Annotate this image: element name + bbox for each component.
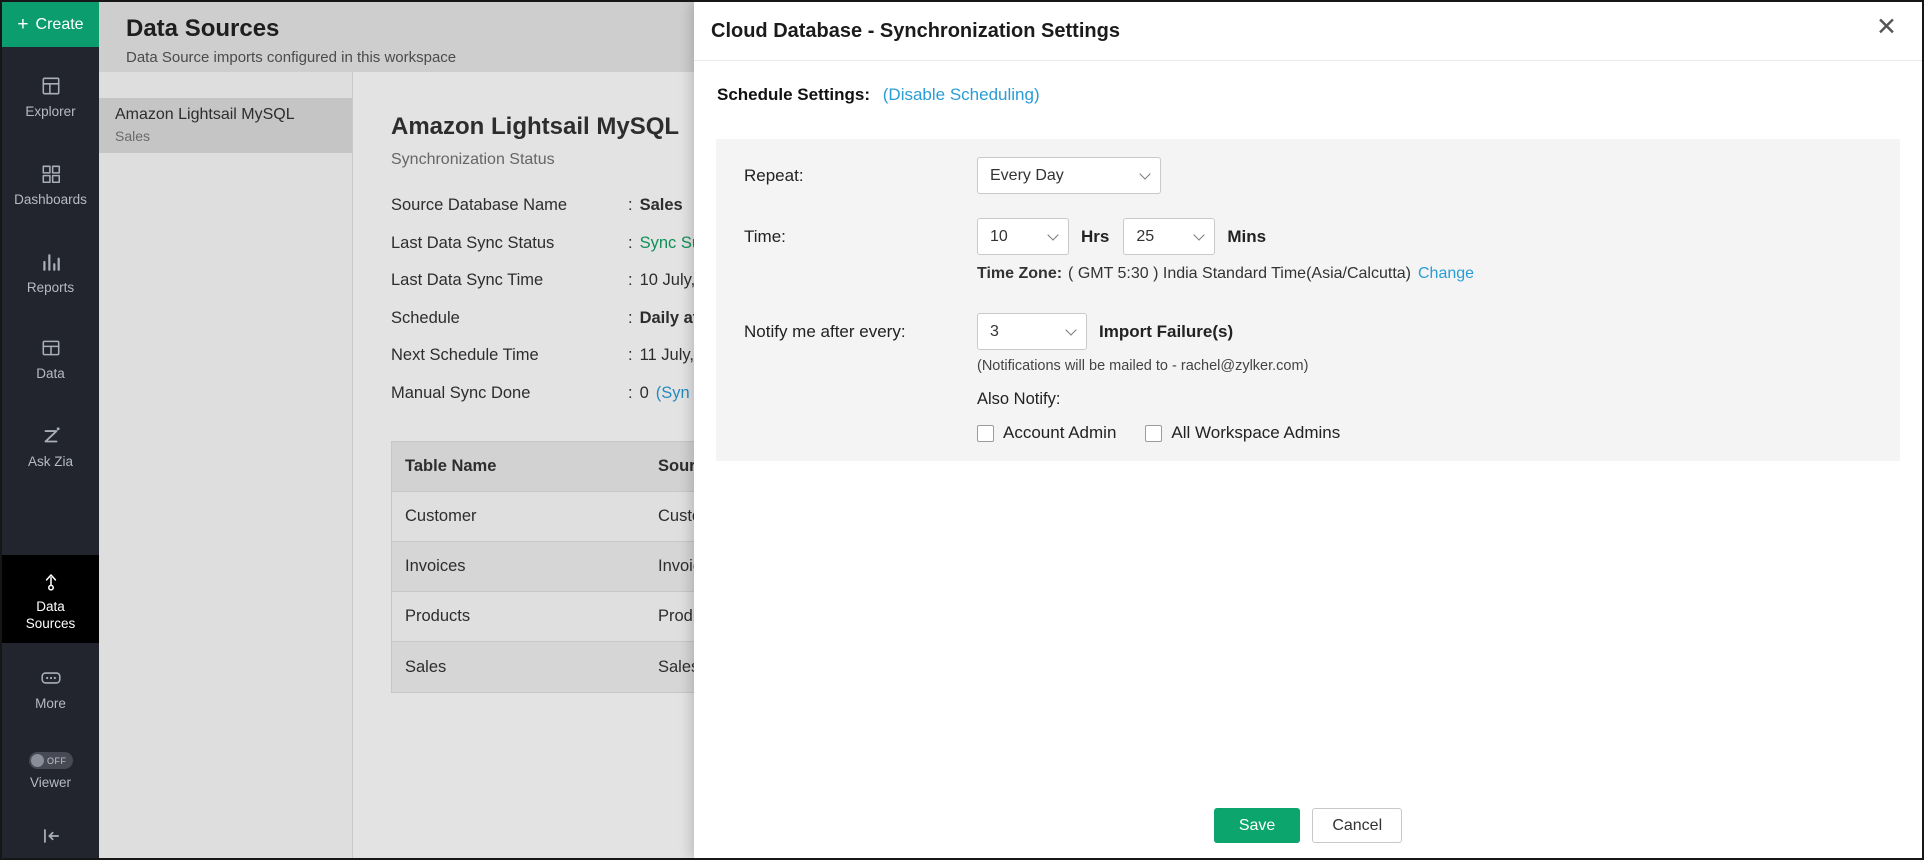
explorer-icon: [2, 74, 99, 98]
sidebar-item-dashboards[interactable]: Dashboards: [2, 162, 99, 209]
schedule-form: Repeat: Every Day Time: 10 Hrs 25 Mins T…: [716, 139, 1900, 461]
schedule-settings-label: Schedule Settings:: [717, 85, 871, 104]
sidebar-item-data[interactable]: Data: [2, 336, 99, 383]
notify-row: Notify me after every: 3 Import Failure(…: [744, 313, 1900, 350]
sidebar-item-label: More: [35, 696, 66, 711]
hours-select[interactable]: 10: [977, 218, 1069, 255]
sidebar-item-label: Data: [36, 366, 65, 381]
cancel-button[interactable]: Cancel: [1312, 808, 1403, 843]
account-admin-label: Account Admin: [1003, 423, 1117, 442]
workspace-admins-checkbox[interactable]: [1145, 424, 1163, 442]
chevron-down-icon: [1139, 167, 1151, 180]
chevron-down-icon: [1047, 228, 1059, 241]
create-button[interactable]: + Create: [2, 2, 99, 47]
modal-title: Cloud Database - Synchronization Setting…: [711, 20, 1120, 42]
notification-note: (Notifications will be mailed to - rache…: [977, 358, 1309, 374]
sidebar-item-label: Reports: [26, 280, 75, 295]
account-admin-checkbox[interactable]: [977, 424, 994, 442]
failure-count-value: 3: [990, 322, 999, 340]
disable-scheduling-link[interactable]: (Disable Scheduling): [883, 85, 1040, 104]
also-notify-label: Also Notify:: [977, 390, 1061, 408]
save-button[interactable]: Save: [1213, 808, 1301, 843]
data-table-icon: [2, 336, 99, 360]
create-button-label: Create: [35, 15, 84, 33]
modal-body: Schedule Settings: (Disable Scheduling) …: [694, 61, 1922, 461]
minutes-unit-label: Mins: [1227, 226, 1267, 246]
toggle-knob: [30, 754, 44, 767]
timezone-change-link[interactable]: Change: [1418, 265, 1474, 282]
time-label: Time:: [744, 226, 786, 246]
import-failures-label: Import Failure(s): [1099, 321, 1234, 341]
viewer-toggle[interactable]: OFF: [28, 752, 73, 769]
sidebar-item-label: Data Sources: [25, 599, 76, 631]
sidebar-item-more[interactable]: More: [2, 666, 99, 713]
sidebar-item-label: Explorer: [25, 104, 76, 119]
notify-label: Notify me after every:: [744, 321, 906, 341]
timezone-label: Time Zone:: [977, 265, 1063, 282]
failure-count-select[interactable]: 3: [977, 313, 1087, 350]
sidebar-item-explorer[interactable]: Explorer: [2, 74, 99, 121]
dashboards-icon: [2, 162, 99, 186]
sidebar-item-label: Dashboards: [14, 192, 87, 207]
sidebar-collapse-button[interactable]: [2, 824, 99, 854]
repeat-value: Every Day: [990, 166, 1064, 184]
workspace-admins-option: All Workspace Admins: [1145, 423, 1340, 443]
repeat-select[interactable]: Every Day: [977, 157, 1161, 194]
app-window: + Create Explorer Dashboards Reports Dat…: [0, 0, 1924, 860]
viewer-label: Viewer: [29, 775, 72, 790]
chevron-down-icon: [1193, 228, 1206, 241]
reports-icon: [2, 250, 99, 274]
modal-footer: Save Cancel: [694, 808, 1922, 843]
plus-icon: +: [17, 14, 29, 35]
account-admin-option: Account Admin: [977, 423, 1116, 443]
hours-unit-label: Hrs: [1081, 226, 1110, 246]
sidebar-item-data-sources[interactable]: Data Sources: [2, 555, 99, 643]
collapse-arrow-icon: [2, 824, 99, 848]
workspace-admins-label: All Workspace Admins: [1171, 423, 1341, 442]
minutes-value: 25: [1136, 227, 1155, 245]
chevron-down-icon: [1065, 323, 1077, 336]
sidebar-item-label: Ask Zia: [27, 454, 73, 469]
sync-settings-modal: Cloud Database - Synchronization Setting…: [694, 2, 1922, 858]
toggle-state-label: OFF: [47, 756, 67, 766]
also-notify-options: Account Admin All Workspace Admins: [977, 423, 1900, 443]
repeat-row: Repeat: Every Day: [744, 157, 1900, 194]
minutes-select[interactable]: 25: [1123, 218, 1216, 255]
modal-header: Cloud Database - Synchronization Setting…: [694, 2, 1922, 61]
timezone-value: ( GMT 5:30 ) India Standard Time(Asia/Ca…: [1068, 265, 1411, 282]
schedule-settings-row: Schedule Settings: (Disable Scheduling): [717, 85, 1922, 105]
hours-value: 10: [990, 227, 1008, 245]
more-icon: [2, 666, 99, 690]
timezone-line: Time Zone: ( GMT 5:30 ) India Standard Ti…: [977, 265, 1900, 283]
sidebar-viewer-section: OFF Viewer: [2, 752, 99, 792]
sidebar-item-reports[interactable]: Reports: [2, 250, 99, 297]
data-sources-icon: [2, 569, 99, 593]
ask-zia-icon: [2, 424, 99, 448]
sidebar-item-ask-zia[interactable]: Ask Zia: [2, 424, 99, 471]
time-row: Time: 10 Hrs 25 Mins: [744, 218, 1900, 255]
sidebar: + Create Explorer Dashboards Reports Dat…: [2, 2, 99, 858]
repeat-label: Repeat:: [744, 165, 804, 185]
close-icon[interactable]: ✕: [1876, 15, 1897, 40]
